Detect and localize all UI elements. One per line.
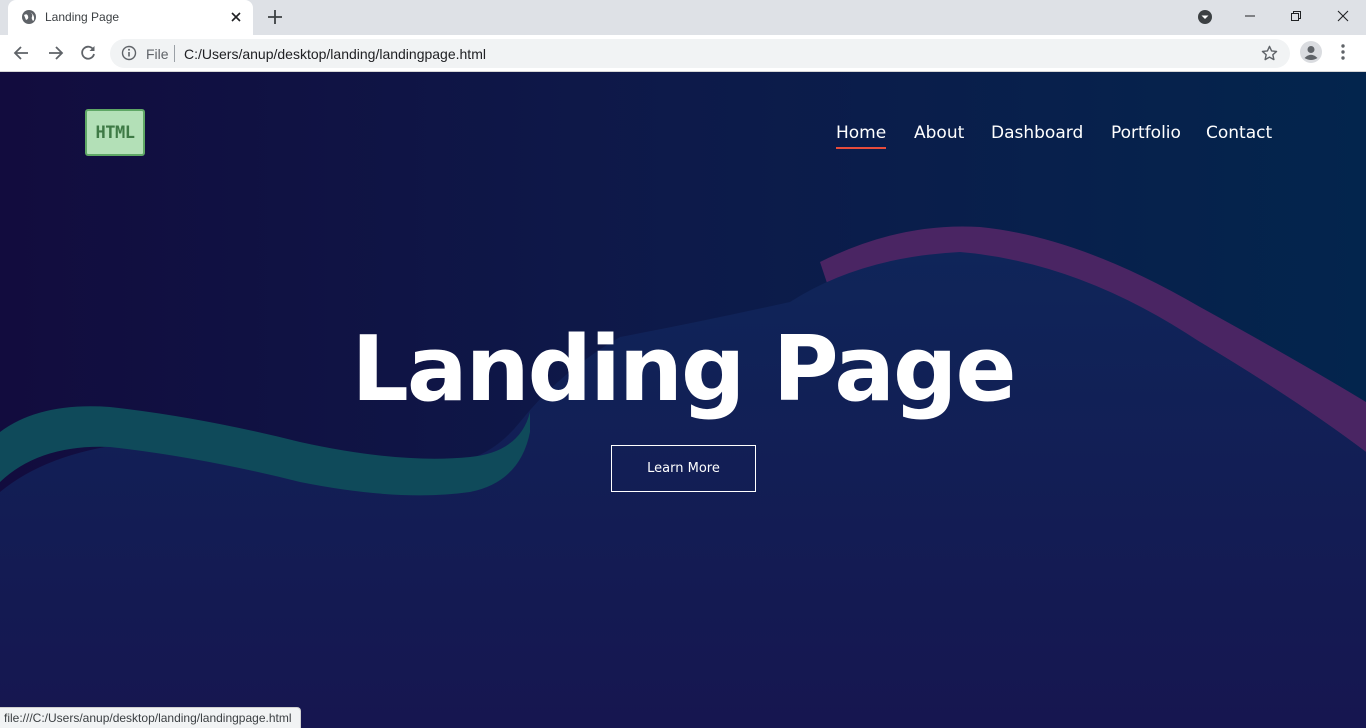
restore-button[interactable] bbox=[1273, 0, 1319, 32]
tab-search-icon[interactable] bbox=[1196, 8, 1214, 26]
more-menu-icon[interactable] bbox=[1334, 43, 1352, 61]
reload-icon[interactable] bbox=[78, 43, 98, 63]
tab-strip: Landing Page bbox=[0, 0, 1366, 35]
close-icon bbox=[1337, 10, 1349, 22]
close-window-button[interactable] bbox=[1320, 0, 1366, 32]
tab-title: Landing Page bbox=[45, 10, 120, 24]
profile-avatar-icon[interactable] bbox=[1300, 41, 1322, 63]
minimize-button[interactable] bbox=[1227, 0, 1273, 32]
forward-icon[interactable] bbox=[45, 43, 65, 63]
info-icon[interactable] bbox=[121, 45, 137, 61]
bookmark-star-icon[interactable] bbox=[1260, 44, 1279, 63]
address-separator bbox=[174, 45, 175, 62]
browser-toolbar: File C:/Users/anup/desktop/landing/landi… bbox=[0, 35, 1366, 72]
learn-more-button[interactable]: Learn More bbox=[611, 445, 756, 492]
close-tab-icon[interactable] bbox=[228, 9, 244, 25]
nav-dashboard[interactable]: Dashboard bbox=[991, 123, 1083, 143]
logo[interactable]: HTML bbox=[85, 109, 145, 156]
page-viewport: HTML Home About Dashboard Portfolio Cont… bbox=[0, 72, 1366, 728]
address-scheme: File bbox=[146, 46, 169, 62]
minimize-icon bbox=[1245, 15, 1255, 17]
new-tab-icon[interactable] bbox=[266, 8, 284, 26]
nav-contact[interactable]: Contact bbox=[1206, 123, 1272, 143]
address-url[interactable]: C:/Users/anup/desktop/landing/landingpag… bbox=[184, 46, 486, 62]
restore-icon bbox=[1291, 11, 1301, 21]
logo-text: HTML bbox=[95, 122, 135, 143]
globe-icon bbox=[22, 10, 36, 24]
back-icon[interactable] bbox=[12, 43, 32, 63]
nav-portfolio[interactable]: Portfolio bbox=[1111, 123, 1181, 143]
hero-title: Landing Page bbox=[351, 317, 1017, 422]
nav-about[interactable]: About bbox=[914, 123, 964, 143]
address-bar[interactable]: File C:/Users/anup/desktop/landing/landi… bbox=[110, 39, 1290, 68]
nav-home[interactable]: Home bbox=[836, 123, 887, 149]
status-bar-url: file:///C:/Users/anup/desktop/landing/la… bbox=[0, 707, 301, 728]
browser-tab[interactable]: Landing Page bbox=[8, 0, 253, 35]
